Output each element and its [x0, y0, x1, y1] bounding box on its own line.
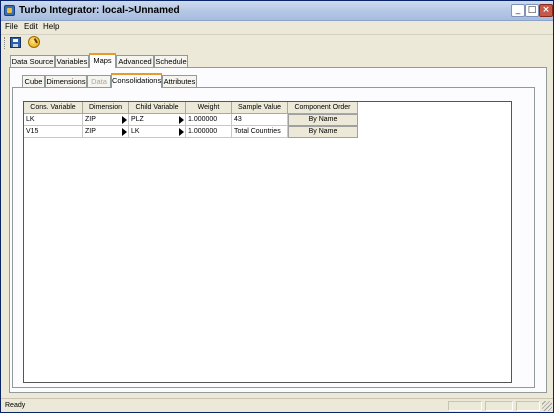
- header-cons-variable[interactable]: Cons. Variable: [24, 102, 83, 114]
- cell-child-variable-value: PLZ: [131, 116, 144, 123]
- menu-bar: File Edit Help: [1, 21, 553, 33]
- status-pane: [448, 401, 482, 411]
- consolidations-grid[interactable]: Cons. Variable Dimension Child Variable …: [23, 101, 512, 383]
- cell-cons-variable[interactable]: LK: [24, 114, 83, 126]
- component-order-button[interactable]: By Name: [288, 114, 358, 126]
- app-icon: [4, 5, 15, 16]
- cell-weight[interactable]: 1.000000: [186, 114, 232, 126]
- header-dimension[interactable]: Dimension: [83, 102, 129, 114]
- status-pane: [485, 401, 513, 411]
- header-child-variable[interactable]: Child Variable: [129, 102, 186, 114]
- status-text: Ready: [5, 402, 26, 409]
- component-order-button[interactable]: By Name: [288, 126, 358, 138]
- cell-dimension-value: ZIP: [85, 116, 96, 123]
- header-sample-value[interactable]: Sample Value: [232, 102, 288, 114]
- close-button[interactable]: ×: [539, 4, 553, 17]
- window-title: Turbo Integrator: local->Unnamed: [19, 5, 180, 16]
- menu-help[interactable]: Help: [43, 22, 59, 31]
- tab-maps[interactable]: Maps: [89, 53, 116, 68]
- child-variable-dropdown-arrow-icon[interactable]: [179, 128, 184, 136]
- tab-consolidations[interactable]: Consolidations: [111, 73, 162, 88]
- cell-child-variable[interactable]: LK: [129, 126, 186, 138]
- cell-dimension-value: ZIP: [85, 128, 96, 135]
- header-weight[interactable]: Weight: [186, 102, 232, 114]
- menu-file[interactable]: File: [5, 22, 18, 31]
- cell-sample-value: Total Countries: [232, 126, 288, 138]
- dimension-dropdown-arrow-icon[interactable]: [122, 116, 127, 124]
- save-icon[interactable]: [10, 37, 21, 48]
- cell-weight[interactable]: 1.000000: [186, 126, 232, 138]
- header-component-order[interactable]: Component Order: [288, 102, 358, 114]
- run-icon[interactable]: [28, 36, 40, 48]
- toolbar: [1, 34, 553, 50]
- cell-cons-variable[interactable]: V15: [24, 126, 83, 138]
- child-variable-dropdown-arrow-icon[interactable]: [179, 116, 184, 124]
- title-bar[interactable]: Turbo Integrator: local->Unnamed _ □ ×: [1, 1, 553, 21]
- status-pane: [516, 401, 540, 411]
- maximize-button[interactable]: □: [525, 4, 539, 17]
- menu-edit[interactable]: Edit: [24, 22, 38, 31]
- cell-sample-value: 43: [232, 114, 288, 126]
- cell-child-variable-value: LK: [131, 128, 140, 135]
- resize-grip-icon[interactable]: [542, 401, 552, 411]
- main-window: Turbo Integrator: local->Unnamed _ □ × F…: [0, 0, 554, 413]
- dimension-dropdown-arrow-icon[interactable]: [122, 128, 127, 136]
- minimize-button[interactable]: _: [511, 4, 525, 17]
- toolbar-grip[interactable]: [4, 37, 7, 49]
- status-bar: Ready: [1, 398, 553, 412]
- cell-child-variable[interactable]: PLZ: [129, 114, 186, 126]
